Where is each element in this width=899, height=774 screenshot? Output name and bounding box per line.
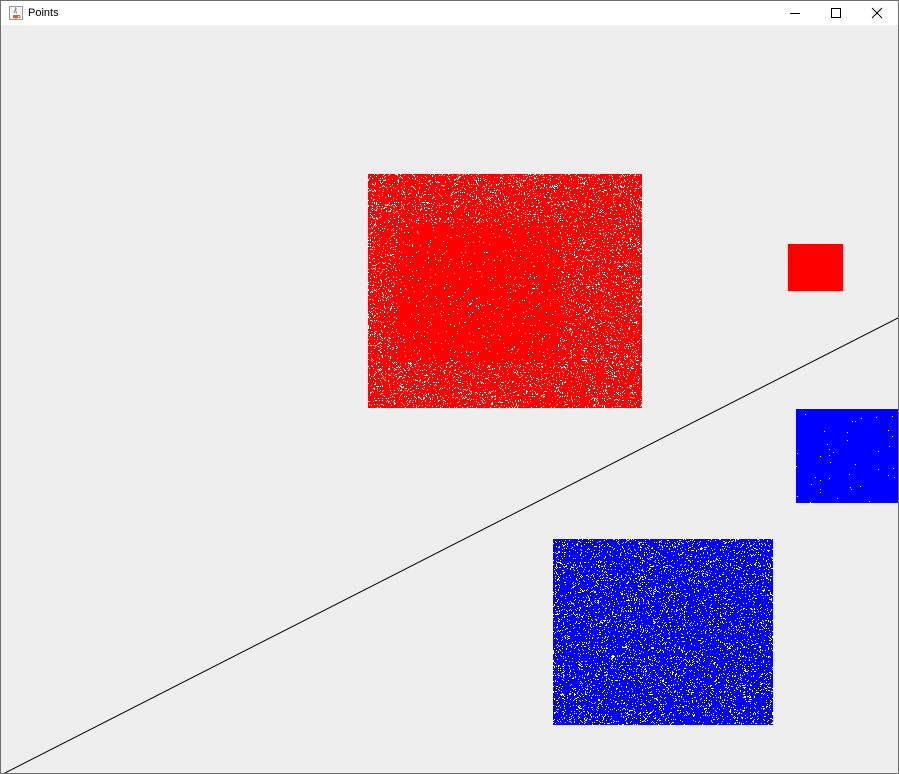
minimize-icon <box>790 13 800 14</box>
blue-right-region <box>796 409 898 503</box>
minimize-button[interactable] <box>774 1 816 25</box>
close-button[interactable] <box>856 1 898 25</box>
maximize-icon <box>831 8 841 18</box>
blue-point-cluster-large <box>553 539 773 725</box>
window-title: Points <box>28 7 59 19</box>
drawing-canvas[interactable] <box>1 25 898 773</box>
title-bar[interactable]: Points <box>1 1 898 25</box>
red-point-cluster-large <box>368 174 642 408</box>
close-icon <box>871 7 883 19</box>
red-inner-region <box>397 223 560 362</box>
points-window: Points <box>0 0 899 774</box>
maximize-button[interactable] <box>815 1 857 25</box>
red-point-cluster-small <box>788 244 843 291</box>
blue-point-cluster-right <box>796 409 898 503</box>
java-coffee-cup-icon <box>9 6 23 20</box>
points-plot <box>3 174 898 773</box>
